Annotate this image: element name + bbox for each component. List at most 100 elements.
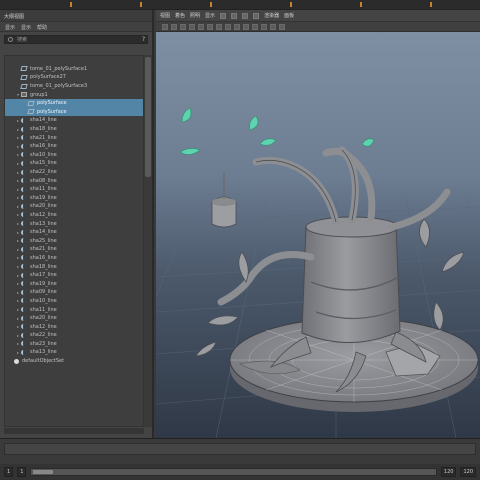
outliner-row[interactable]: ▸ sha09_line	[5, 288, 143, 297]
curve-icon	[21, 160, 27, 166]
outliner-row[interactable]: ▸ sha11_line	[5, 305, 143, 314]
outliner-row-label: polySurface	[37, 108, 67, 115]
curve-icon	[21, 307, 27, 313]
film-gate-icon[interactable]	[207, 23, 213, 30]
outliner-row[interactable]: ▸ sha20_line	[5, 202, 143, 211]
curve-icon	[21, 238, 27, 244]
viewport-menu-renderer[interactable]: 渲染器	[264, 12, 279, 19]
textured-icon[interactable]	[243, 23, 249, 30]
outliner-row-label: sha14_line	[30, 117, 57, 124]
range-slider[interactable]	[30, 468, 437, 476]
outliner-row[interactable]: ▸ sha10_line	[5, 297, 143, 306]
outliner-row[interactable]: ▸ sha11_line	[5, 185, 143, 194]
outliner-row-label: sha11_line	[30, 186, 57, 193]
outliner-tree[interactable]: tome_01_polySurface1 polySurface27 tome_01…	[4, 55, 144, 427]
wireframe-toggle-icon[interactable]	[225, 23, 231, 30]
curve-icon	[21, 272, 27, 278]
outliner-row[interactable]: ▸ sha12_line	[5, 211, 143, 220]
mesh-icon	[27, 100, 35, 106]
outliner-row[interactable]: ▸ sha19_line	[5, 194, 143, 203]
outliner-search-input[interactable]: 搜索 ?	[4, 35, 148, 44]
time-ruler[interactable]	[4, 443, 476, 455]
isolate-icon[interactable]	[270, 23, 276, 30]
smooth-shade-icon[interactable]	[253, 12, 260, 19]
outliner-row-label: sha25_line	[30, 237, 57, 244]
bookmark-icon[interactable]	[180, 23, 186, 30]
outliner-title: 大纲视图	[0, 10, 152, 22]
outliner-row[interactable]: ▸ sha23_line	[5, 340, 143, 349]
grid-toggle-icon[interactable]	[198, 23, 204, 30]
outliner-row[interactable]: ▸ sha22_line	[5, 331, 143, 340]
time-slider[interactable]	[0, 438, 480, 464]
scroll-thumb[interactable]	[145, 57, 151, 177]
outliner-menu-show[interactable]: 显示	[21, 24, 31, 31]
outliner-row[interactable]: defaultObjectSet	[5, 357, 143, 366]
search-placeholder: 搜索	[17, 37, 28, 43]
outliner-row[interactable]: ▸ sha20_line	[5, 314, 143, 323]
outliner-row[interactable]: ▸ sha22_line	[5, 168, 143, 177]
shadows-icon[interactable]	[261, 23, 267, 30]
curve-icon	[21, 246, 27, 252]
range-current-field[interactable]: 1	[17, 467, 27, 477]
lights-icon[interactable]	[252, 23, 258, 30]
keyframe-tick	[70, 2, 72, 7]
range-knob[interactable]	[33, 470, 54, 474]
outliner-row[interactable]: tome_01_polySurface1	[5, 65, 143, 74]
range-start-field[interactable]: 1	[4, 467, 14, 477]
select-camera-icon[interactable]	[162, 23, 168, 30]
outliner-row[interactable]: ▸ sha18_line	[5, 262, 143, 271]
outliner-row[interactable]: ▸ sha14_line	[5, 228, 143, 237]
outliner-row[interactable]: tome_01_polySurface3	[5, 82, 143, 91]
range-end-field[interactable]: 120	[440, 467, 457, 477]
outliner-row[interactable]: ▸ sha13_line	[5, 348, 143, 357]
outliner-row-label: sha16_line	[30, 143, 57, 150]
image-plane-icon[interactable]	[189, 23, 195, 30]
viewport-menu-lighting[interactable]: 照明	[190, 12, 200, 19]
3d-viewport[interactable]	[156, 32, 480, 438]
top-menu-strip	[0, 0, 480, 10]
outliner-hscrollbar[interactable]	[4, 428, 144, 434]
outliner-row[interactable]: ▸ sha19_line	[5, 279, 143, 288]
outliner-row[interactable]: ▸ sha10_line	[5, 151, 143, 160]
outliner-menu-display[interactable]: 显示	[5, 24, 15, 31]
viewport-menu-show[interactable]: 显示	[205, 12, 215, 19]
curve-icon	[21, 186, 27, 192]
grid-icon[interactable]	[231, 12, 238, 19]
outliner-row[interactable]: ▸ sha16_line	[5, 254, 143, 263]
outliner-row[interactable]: ▸ sha17_line	[5, 271, 143, 280]
outliner-row[interactable]: ▸ sha14_line	[5, 116, 143, 125]
range-end2-field[interactable]: 120	[460, 467, 476, 477]
outliner-scrollbar[interactable]	[144, 55, 152, 427]
outliner-row[interactable]	[5, 56, 143, 65]
outliner-row-label: sha08_line	[30, 177, 57, 184]
outliner-row[interactable]: ▸ sha21_line	[5, 133, 143, 142]
outliner-row[interactable]: ▸ sha21_line	[5, 245, 143, 254]
outliner-row[interactable]: ▸ sha15_line	[5, 159, 143, 168]
viewport-menu-panels[interactable]: 面板	[284, 12, 294, 19]
xray-icon[interactable]	[279, 23, 285, 30]
outliner-row[interactable]: polySurface	[5, 98, 143, 108]
outliner-row[interactable]: polySurface	[5, 107, 143, 117]
help-button[interactable]: ?	[142, 36, 145, 43]
outliner-row-label: sha12_line	[30, 211, 57, 218]
outliner-row[interactable]: ▸ sha08_line	[5, 176, 143, 185]
outliner-row[interactable]: ▾ group1	[5, 90, 143, 99]
outliner-row[interactable]: ▸ sha18_line	[5, 125, 143, 134]
outliner-menu-help[interactable]: 帮助	[37, 24, 47, 31]
camera-icon[interactable]	[220, 12, 227, 19]
outliner-row[interactable]: ▸ sha12_line	[5, 322, 143, 331]
outliner-row[interactable]: ▸ sha13_line	[5, 219, 143, 228]
lock-camera-icon[interactable]	[171, 23, 177, 30]
resolution-gate-icon[interactable]	[216, 23, 222, 30]
outliner-row[interactable]: ▸ sha25_line	[5, 236, 143, 245]
outliner-row-label: polySurface	[37, 100, 67, 107]
shaded-icon[interactable]	[234, 23, 240, 30]
viewport-menu-view[interactable]: 视图	[160, 12, 170, 19]
outliner-row[interactable]: polySurface27	[5, 73, 143, 82]
curve-icon	[21, 178, 27, 184]
outliner-row[interactable]: ▸ sha16_line	[5, 142, 143, 151]
curve-icon	[21, 203, 27, 209]
scene-render	[156, 107, 480, 438]
wireframe-icon[interactable]	[242, 12, 249, 19]
viewport-menu-shading[interactable]: 着色	[175, 12, 185, 19]
